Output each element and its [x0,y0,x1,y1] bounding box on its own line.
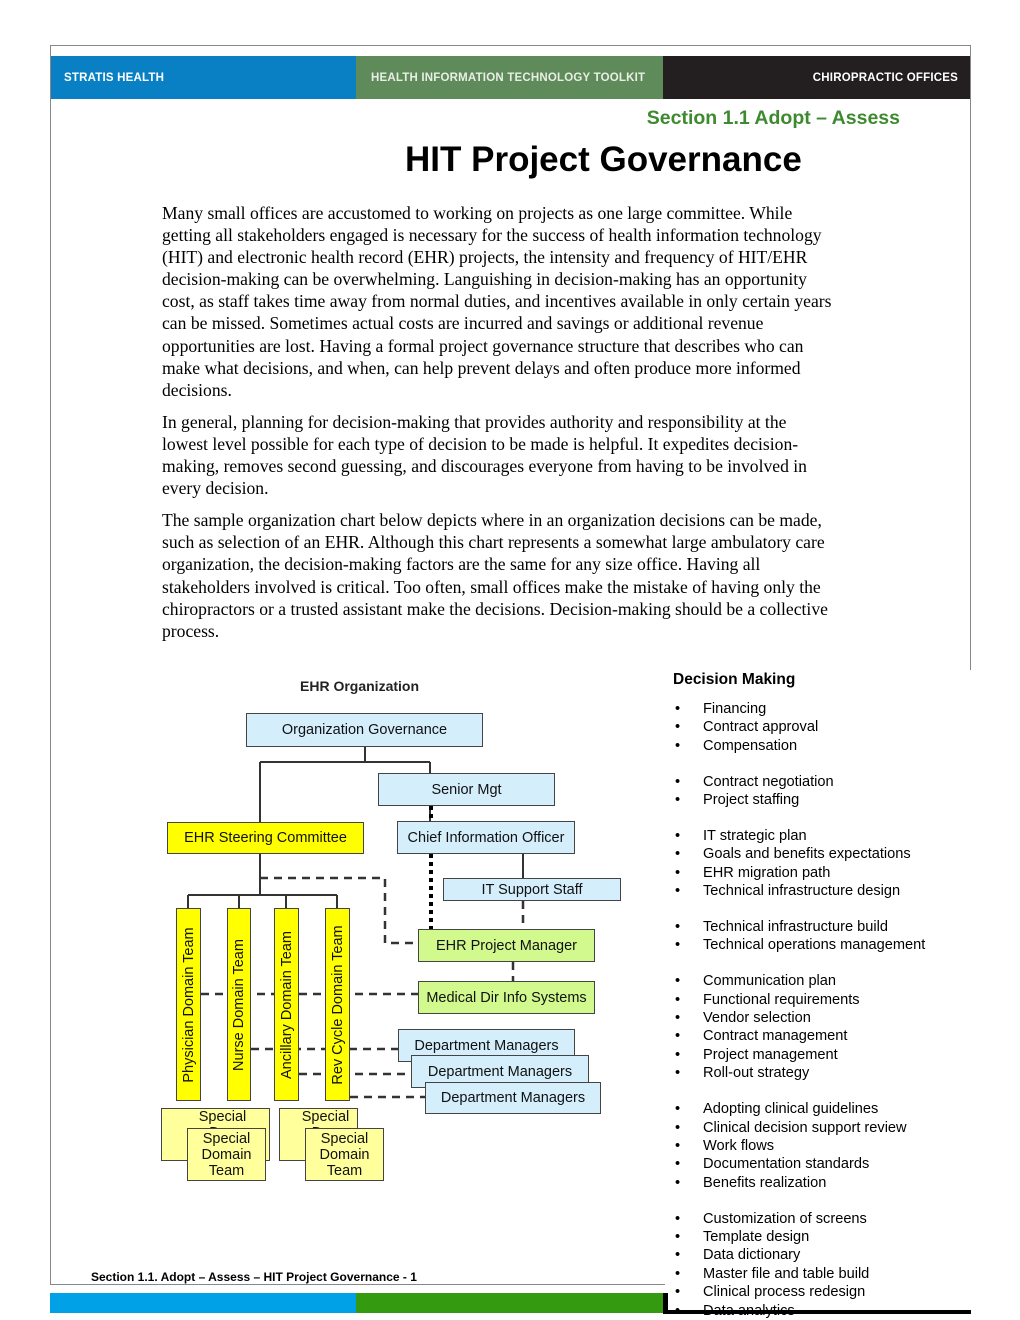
special-label: Special [320,1130,369,1147]
decision-item: Clinical decision support review [673,1119,925,1137]
special-label: Team [208,1162,245,1179]
decision-item: Vendor selection [673,1009,925,1027]
special-label: Special [202,1130,251,1147]
decision-item: Goals and benefits expectations [673,845,925,863]
nurse-domain-team: Nurse Domain Team [227,908,251,1101]
ancillary-domain-team: Ancillary Domain Team [274,908,299,1101]
decision-item: Adopting clinical guidelines [673,1100,925,1118]
decision-item: Roll-out strategy [673,1064,925,1082]
team-label: Ancillary Domain Team [278,930,295,1079]
decision-item: Technical infrastructure design [673,882,925,900]
decision-item: Template design [673,1228,925,1246]
decision-item: Compensation [673,737,925,755]
decision-item: Clinical process redesign [673,1283,925,1301]
decision-item: Project staffing [673,791,925,809]
team-label: Physician Domain Team [180,926,197,1083]
decision-item: Functional requirements [673,991,925,1009]
decision-item: IT strategic plan [673,827,925,845]
decision-item: Benefits realization [673,1174,925,1192]
senior-mgt-box: Senior Mgt [378,773,555,806]
decision-item: Contract negotiation [673,773,925,791]
decision-item: Contract approval [673,718,925,736]
special-label: Domain [319,1146,370,1163]
footer-bar-black [663,1310,971,1314]
decision-item: Documentation standards [673,1155,925,1173]
special-label: Team [326,1162,363,1179]
physician-domain-team: Physician Domain Team [176,908,201,1101]
footer-bar-blue [50,1293,356,1313]
project-manager-box: EHR Project Manager [418,929,595,962]
decision-item: EHR migration path [673,864,925,882]
footer-text: Section 1.1. Adopt – Assess – HIT Projec… [91,1270,417,1284]
cio-box: Chief Information Officer [397,821,575,854]
special-domain-team: Special Domain Team [187,1128,266,1181]
team-label: Nurse Domain Team [231,938,247,1071]
special-label: Domain [201,1146,252,1163]
decision-item: Communication plan [673,972,925,990]
decision-making-list: FinancingContract approvalCompensation Co… [673,700,925,1320]
special-label: Special [301,1109,350,1125]
decision-making-title: Decision Making [673,671,796,688]
decision-item: Technical infrastructure build [673,918,925,936]
decision-item: Customization of screens [673,1210,925,1228]
it-support-box: IT Support Staff [443,878,621,901]
decision-item: Master file and table build [673,1265,925,1283]
decision-item: Work flows [673,1137,925,1155]
medical-dir-box: Medical Dir Info Systems [418,981,595,1014]
team-label: Rev Cycle Domain Team [329,924,346,1085]
org-governance-box: Organization Governance [246,713,483,747]
decision-item: Contract management [673,1027,925,1045]
dept-managers-box: Department Managers [425,1082,601,1114]
decision-item: Technical operations management [673,936,925,954]
decision-item: Project management [673,1046,925,1064]
decision-item: Data dictionary [673,1246,925,1264]
special-label: Special [198,1109,247,1125]
footer-bar-green [356,1293,663,1313]
rev-cycle-domain-team: Rev Cycle Domain Team [325,908,350,1101]
decision-item: Financing [673,700,925,718]
special-domain-team: Special Domain Team [305,1128,384,1181]
steering-committee-box: EHR Steering Committee [167,822,364,854]
